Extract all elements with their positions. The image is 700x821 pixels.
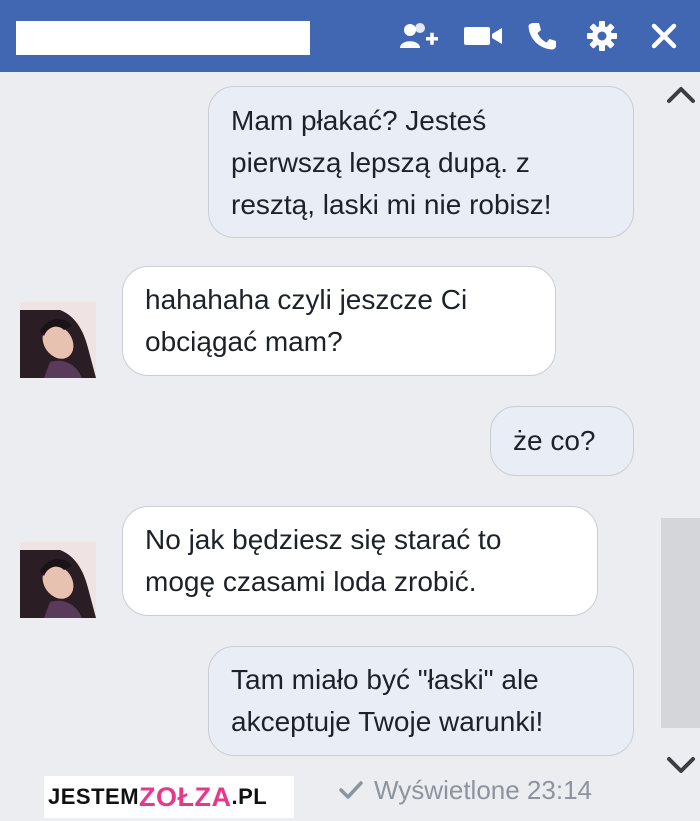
chat-header — [0, 0, 700, 72]
add-people-icon[interactable] — [398, 20, 442, 52]
message-bubble-outgoing: że co? — [490, 406, 634, 476]
contact-avatar[interactable] — [20, 302, 96, 378]
message-text: że co? — [513, 425, 596, 456]
gear-icon[interactable] — [584, 20, 620, 52]
message-bubble-outgoing: Tam miało być "łaski" ale akceptuje Twoj… — [208, 646, 634, 756]
watermark-logo: JESTEM ZOŁZA .PL — [44, 776, 294, 818]
message-text: Mam płakać? Jesteś pierwszą lepszą dupą.… — [231, 105, 552, 220]
message-text: hahahaha czyli jeszcze Ci obciągać mam? — [145, 284, 468, 357]
message-bubble-incoming: hahahaha czyli jeszcze Ci obciągać mam? — [122, 266, 556, 376]
scroll-up-icon[interactable] — [662, 74, 700, 114]
seen-text: Wyświetlone 23:14 — [374, 774, 592, 805]
contact-name-redacted[interactable] — [16, 21, 310, 55]
seen-status: Wyświetlone 23:14 — [338, 774, 592, 806]
phone-call-icon[interactable] — [524, 20, 560, 52]
checkmark-icon — [339, 781, 363, 799]
contact-avatar[interactable] — [20, 542, 96, 618]
close-icon[interactable] — [646, 20, 682, 52]
watermark-part: .PL — [231, 784, 268, 809]
message-text: No jak będziesz się starać to mogę czasa… — [145, 524, 502, 597]
watermark-part: JESTEM — [48, 784, 140, 809]
video-call-icon[interactable] — [460, 20, 506, 52]
message-bubble-outgoing: Mam płakać? Jesteś pierwszą lepszą dupą.… — [208, 86, 634, 238]
message-text: Tam miało być "łaski" ale akceptuje Twoj… — [231, 664, 544, 737]
scrollbar-thumb[interactable] — [661, 518, 700, 728]
watermark-part: ZOŁZA — [139, 781, 232, 812]
scroll-down-icon[interactable] — [662, 746, 700, 786]
chat-window: Mam płakać? Jesteś pierwszą lepszą dupą.… — [0, 0, 700, 821]
message-list[interactable]: Mam płakać? Jesteś pierwszą lepszą dupą.… — [0, 72, 700, 772]
message-bubble-incoming: No jak będziesz się starać to mogę czasa… — [122, 506, 598, 616]
